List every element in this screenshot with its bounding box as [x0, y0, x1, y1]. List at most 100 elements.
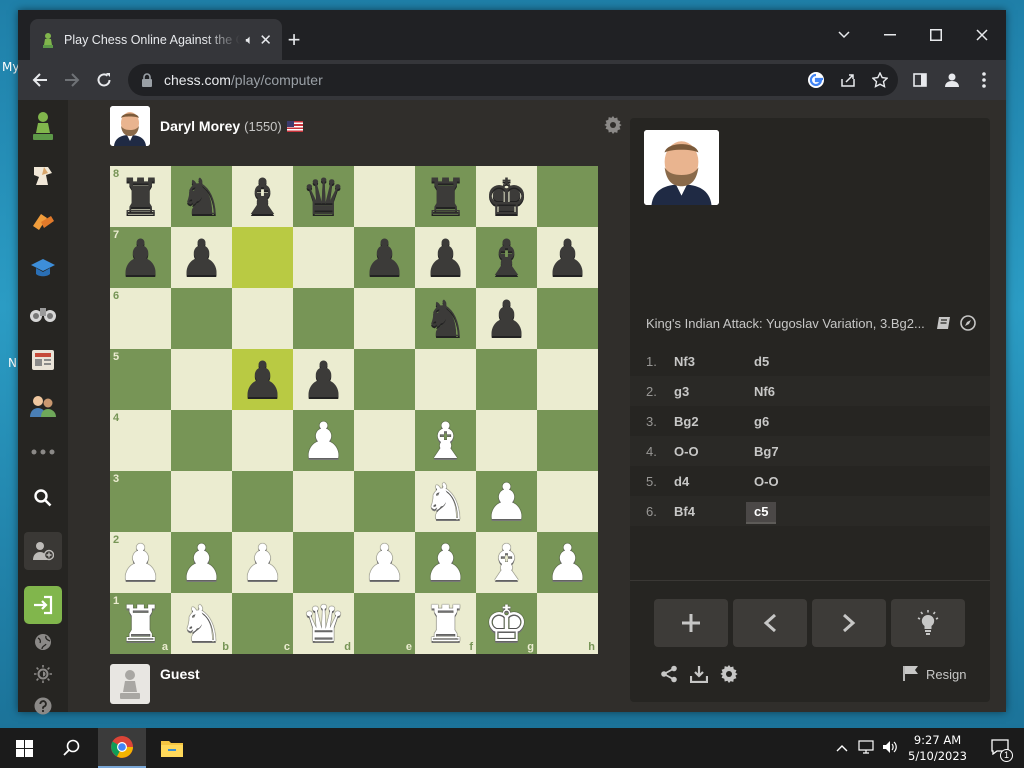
square-d2[interactable] [293, 532, 354, 593]
square-b8[interactable]: ♞ [171, 166, 232, 227]
notification-icon[interactable]: 1 [991, 738, 1013, 762]
player-name[interactable]: Guest [160, 666, 200, 682]
close-window-icon[interactable] [960, 20, 1004, 50]
square-e7[interactable]: ♟ [354, 227, 415, 288]
black-bishop-piece[interactable]: ♝ [484, 233, 529, 283]
white-pawn-piece[interactable]: ♟ [240, 538, 285, 588]
back-icon[interactable] [26, 66, 54, 94]
white-pawn-piece[interactable]: ♟ [362, 538, 407, 588]
friends-icon[interactable] [23, 388, 63, 424]
forward-icon[interactable] [58, 66, 86, 94]
square-f1[interactable]: f ♜ [415, 593, 476, 654]
square-d3[interactable] [293, 471, 354, 532]
more-icon[interactable] [23, 434, 63, 470]
square-g1[interactable]: g ♚ [476, 593, 537, 654]
guest-avatar[interactable] [110, 664, 150, 704]
close-tab-icon[interactable]: ✕ [259, 31, 272, 49]
compass-icon[interactable] [960, 315, 976, 336]
brightness-icon[interactable] [23, 656, 63, 692]
opening-name[interactable]: King's Indian Attack: Yugoslav Variation… [646, 316, 976, 331]
black-knight-piece[interactable]: ♞ [179, 172, 224, 222]
binoculars-icon[interactable] [23, 296, 63, 332]
white-knight-piece[interactable]: ♞ [179, 599, 224, 649]
game-settings-gear-icon[interactable] [720, 665, 738, 683]
black-pawn-piece[interactable]: ♟ [545, 233, 590, 283]
black-pawn-piece[interactable]: ♟ [362, 233, 407, 283]
tab-chess[interactable]: Play Chess Online Against the Computer 🔈… [30, 19, 282, 60]
help-icon[interactable] [23, 688, 63, 724]
tab-search-icon[interactable] [822, 20, 866, 50]
square-d4[interactable]: ♟ [293, 410, 354, 471]
square-a6[interactable]: 6 [110, 288, 171, 349]
square-e3[interactable] [354, 471, 415, 532]
white-bishop-piece[interactable]: ♝ [423, 416, 468, 466]
square-h8[interactable] [537, 166, 598, 227]
square-e4[interactable] [354, 410, 415, 471]
square-g3[interactable]: ♟ [476, 471, 537, 532]
graduation-cap-icon[interactable] [23, 250, 63, 286]
black-king-piece[interactable]: ♚ [484, 172, 529, 222]
black-pawn-piece[interactable]: ♟ [179, 233, 224, 283]
chrome-taskbar-icon[interactable] [98, 728, 146, 768]
square-b4[interactable] [171, 410, 232, 471]
download-icon[interactable] [690, 665, 708, 683]
next-move-button[interactable] [812, 599, 886, 647]
square-c8[interactable]: ♝ [232, 166, 293, 227]
square-f7[interactable]: ♟ [415, 227, 476, 288]
black-bishop-piece[interactable]: ♝ [240, 172, 285, 222]
white-move[interactable]: g3 [674, 384, 754, 399]
black-pawn-piece[interactable]: ♟ [484, 294, 529, 344]
square-a1[interactable]: 1 a ♜ [110, 593, 171, 654]
board-settings-gear-icon[interactable] [604, 116, 624, 136]
black-move[interactable]: c5 [746, 501, 777, 524]
black-move[interactable]: Nf6 [754, 384, 775, 399]
square-a7[interactable]: 7 ♟ [110, 227, 171, 288]
square-b3[interactable] [171, 471, 232, 532]
white-bishop-piece[interactable]: ♝ [484, 538, 529, 588]
minimize-icon[interactable] [868, 20, 912, 50]
white-queen-piece[interactable]: ♛ [301, 599, 346, 649]
square-g8[interactable]: ♚ [476, 166, 537, 227]
square-c3[interactable] [232, 471, 293, 532]
square-c5[interactable]: ♟ [232, 349, 293, 410]
square-h3[interactable] [537, 471, 598, 532]
black-move[interactable]: Bg7 [754, 444, 779, 459]
white-knight-piece[interactable]: ♞ [423, 477, 468, 527]
bookmark-star-icon[interactable] [868, 68, 892, 92]
reload-icon[interactable] [90, 66, 118, 94]
google-icon[interactable] [804, 68, 828, 92]
square-c4[interactable] [232, 410, 293, 471]
chrome-menu-icon[interactable] [970, 66, 998, 94]
square-d1[interactable]: d ♛ [293, 593, 354, 654]
opponent-avatar[interactable] [110, 106, 150, 146]
resign-button[interactable]: Resign [902, 665, 966, 684]
chess-board[interactable]: 8 ♜ ♞ ♝ ♛ ♜ ♚ 7 ♟ ♟ ♟ ♟ ♝ ♟ 6 ♞ ♟ 5 ♟ ♟ 4 ♟ ♝ 3 ♞ ♟ 2 ♟ ♟ ♟ ♟ ♟ ♝ ♟ 1 a ♜ b ♞ c… [110, 166, 598, 654]
square-c1[interactable]: c [232, 593, 293, 654]
clock[interactable]: 9:27 AM 5/10/2023 [908, 732, 967, 764]
square-a4[interactable]: 4 [110, 410, 171, 471]
black-pawn-piece[interactable]: ♟ [423, 233, 468, 283]
square-d7[interactable] [293, 227, 354, 288]
square-g6[interactable]: ♟ [476, 288, 537, 349]
white-move[interactable]: d4 [674, 474, 754, 489]
square-e2[interactable]: ♟ [354, 532, 415, 593]
square-h6[interactable] [537, 288, 598, 349]
white-pawn-piece[interactable]: ♟ [423, 538, 468, 588]
white-pawn-piece[interactable]: ♟ [179, 538, 224, 588]
black-knight-piece[interactable]: ♞ [423, 294, 468, 344]
square-b1[interactable]: b ♞ [171, 593, 232, 654]
square-a8[interactable]: 8 ♜ [110, 166, 171, 227]
black-move[interactable]: d5 [754, 354, 769, 369]
volume-icon[interactable] [882, 740, 898, 757]
puzzle-icon[interactable] [23, 158, 63, 194]
square-f2[interactable]: ♟ [415, 532, 476, 593]
black-queen-piece[interactable]: ♛ [301, 172, 346, 222]
square-e5[interactable] [354, 349, 415, 410]
black-rook-piece[interactable]: ♜ [118, 172, 163, 222]
black-move[interactable]: g6 [754, 414, 769, 429]
speaker-icon[interactable]: 🔈︎ [246, 32, 254, 48]
white-rook-piece[interactable]: ♜ [423, 599, 468, 649]
white-pawn-piece[interactable]: ♟ [545, 538, 590, 588]
news-icon[interactable] [23, 342, 63, 378]
square-c7[interactable] [232, 227, 293, 288]
